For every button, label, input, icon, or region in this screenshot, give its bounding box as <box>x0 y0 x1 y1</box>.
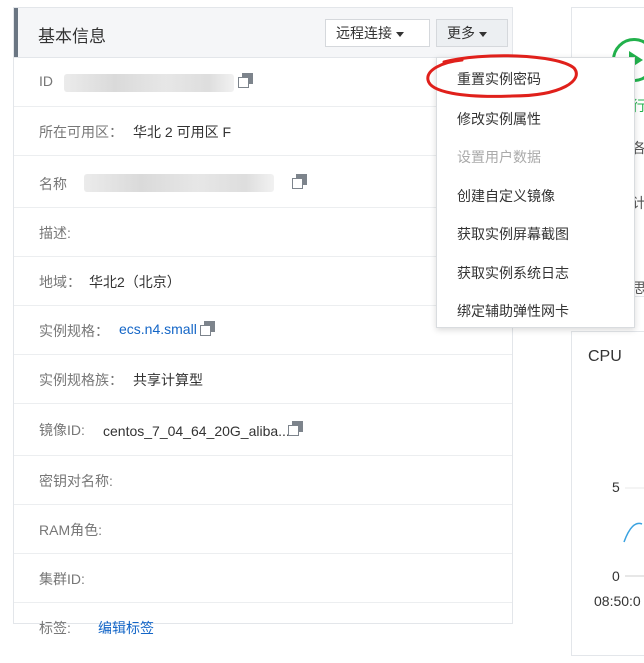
spec-link[interactable]: ecs.n4.small <box>119 321 197 337</box>
cpu-chart-card: CPU 5 0 08:50:0 <box>571 331 644 656</box>
menu-item-create-image[interactable]: 创建自定义镜像 <box>457 186 555 206</box>
copy-icon[interactable] <box>292 174 308 190</box>
id-label: ID <box>39 73 53 89</box>
menu-item-system-log[interactable]: 获取实例系统日志 <box>457 263 569 283</box>
cpu-chart-plot <box>623 487 644 577</box>
region-value: 华北2（北京） <box>89 274 181 290</box>
more-label: 更多 <box>447 25 475 41</box>
redacted-id <box>64 74 234 92</box>
menu-item-modify-attributes[interactable]: 修改实例属性 <box>457 109 541 129</box>
image-label: 镜像ID: <box>39 422 85 438</box>
cpu-series-line <box>623 522 643 543</box>
zone-label: 所在可用区： <box>39 124 123 140</box>
panel-header: 基本信息 远程连接 更多 <box>14 8 512 58</box>
spec-label: 实例规格： <box>39 323 109 339</box>
menu-item-bind-eni[interactable]: 绑定辅助弹性网卡 <box>457 301 569 321</box>
ram-role-label: RAM角色: <box>39 522 102 538</box>
ram-role-row: RAM角色: <box>14 505 512 554</box>
name-label: 名称 <box>39 176 67 192</box>
more-button[interactable]: 更多 <box>436 19 508 47</box>
more-dropdown-menu: 重置实例密码 修改实例属性 设置用户数据 创建自定义镜像 获取实例屏幕截图 获取… <box>436 57 635 328</box>
keypair-label: 密钥对名称: <box>39 473 113 489</box>
spec-family-label: 实例规格族： <box>39 372 123 388</box>
menu-item-set-user-data: 设置用户数据 <box>457 149 541 165</box>
tag-row: 标签: 编辑标签 <box>14 603 512 652</box>
remote-connect-label: 远程连接 <box>336 25 392 41</box>
menu-item-reset-password[interactable]: 重置实例密码 <box>457 69 541 89</box>
cluster-row: 集群ID: <box>14 554 512 603</box>
caret-down-icon <box>479 31 487 37</box>
copy-icon[interactable] <box>200 321 216 337</box>
keypair-row: 密钥对名称: <box>14 456 512 505</box>
image-row: 镜像ID: centos_7_04_64_20G_aliba... <box>14 404 512 456</box>
cluster-label: 集群ID: <box>39 571 85 587</box>
image-value: centos_7_04_64_20G_aliba... <box>103 423 290 439</box>
spec-family-row: 实例规格族： 共享计算型 <box>14 355 512 404</box>
edit-tags-link[interactable]: 编辑标签 <box>98 618 154 638</box>
caret-down-icon <box>396 31 404 37</box>
header-accent-bar <box>14 8 18 57</box>
zone-value: 华北 2 可用区 F <box>133 124 232 140</box>
panel-title: 基本信息 <box>38 27 106 46</box>
menu-item-screenshot[interactable]: 获取实例屏幕截图 <box>457 224 569 244</box>
copy-icon[interactable] <box>288 421 304 437</box>
spec-family-value: 共享计算型 <box>133 372 203 388</box>
region-label: 地域： <box>39 274 81 290</box>
tag-label: 标签: <box>39 620 71 636</box>
remote-connect-button[interactable]: 远程连接 <box>325 19 430 47</box>
description-label: 描述: <box>39 225 71 241</box>
copy-icon[interactable] <box>238 73 254 89</box>
redacted-name <box>84 174 274 192</box>
